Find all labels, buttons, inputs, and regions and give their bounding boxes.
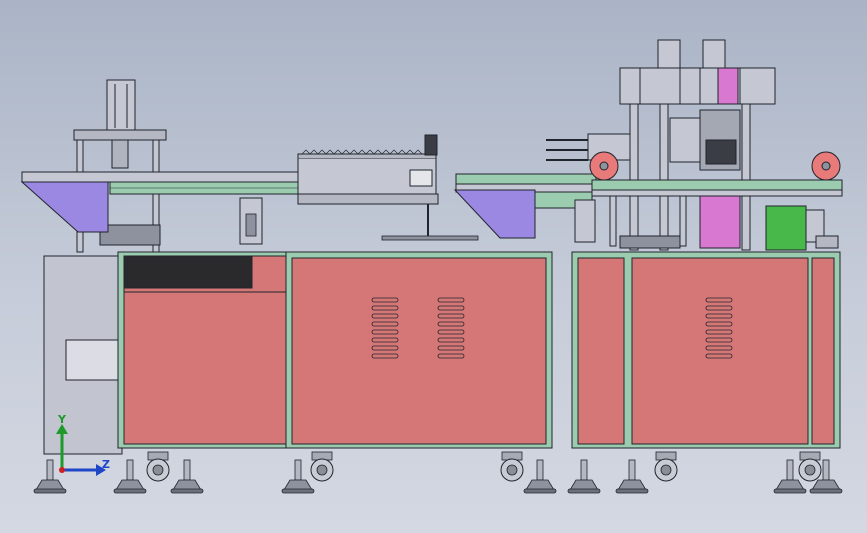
cabinet-left <box>117 251 291 449</box>
cad-viewport[interactable]: Y Z <box>0 0 867 533</box>
leveling-foot <box>170 459 204 494</box>
axis-y-label: Y <box>58 413 66 426</box>
cabinet-right <box>571 251 841 449</box>
left-hopper <box>20 181 109 233</box>
caster-wheel <box>654 451 678 482</box>
cabinet-center <box>285 251 553 449</box>
label-plate <box>65 339 119 381</box>
leveling-foot <box>523 459 557 494</box>
dark-panel <box>123 255 253 289</box>
caster-wheel <box>310 451 334 482</box>
reel-left <box>589 151 619 181</box>
middle-hopper <box>453 189 536 239</box>
caster-wheel <box>798 451 822 482</box>
caster-wheel <box>500 451 524 482</box>
reel-right <box>811 151 841 181</box>
caster-wheel <box>146 451 170 482</box>
axis-z-label: Z <box>102 458 110 471</box>
axis-x-dot <box>59 467 65 473</box>
leveling-foot <box>113 459 147 494</box>
leveling-foot <box>615 459 649 494</box>
support-bracket <box>574 199 596 243</box>
leveling-foot <box>281 459 315 494</box>
machine-assembly-drawing <box>20 39 843 494</box>
control-cabinet <box>43 255 123 455</box>
leveling-foot <box>567 459 601 494</box>
